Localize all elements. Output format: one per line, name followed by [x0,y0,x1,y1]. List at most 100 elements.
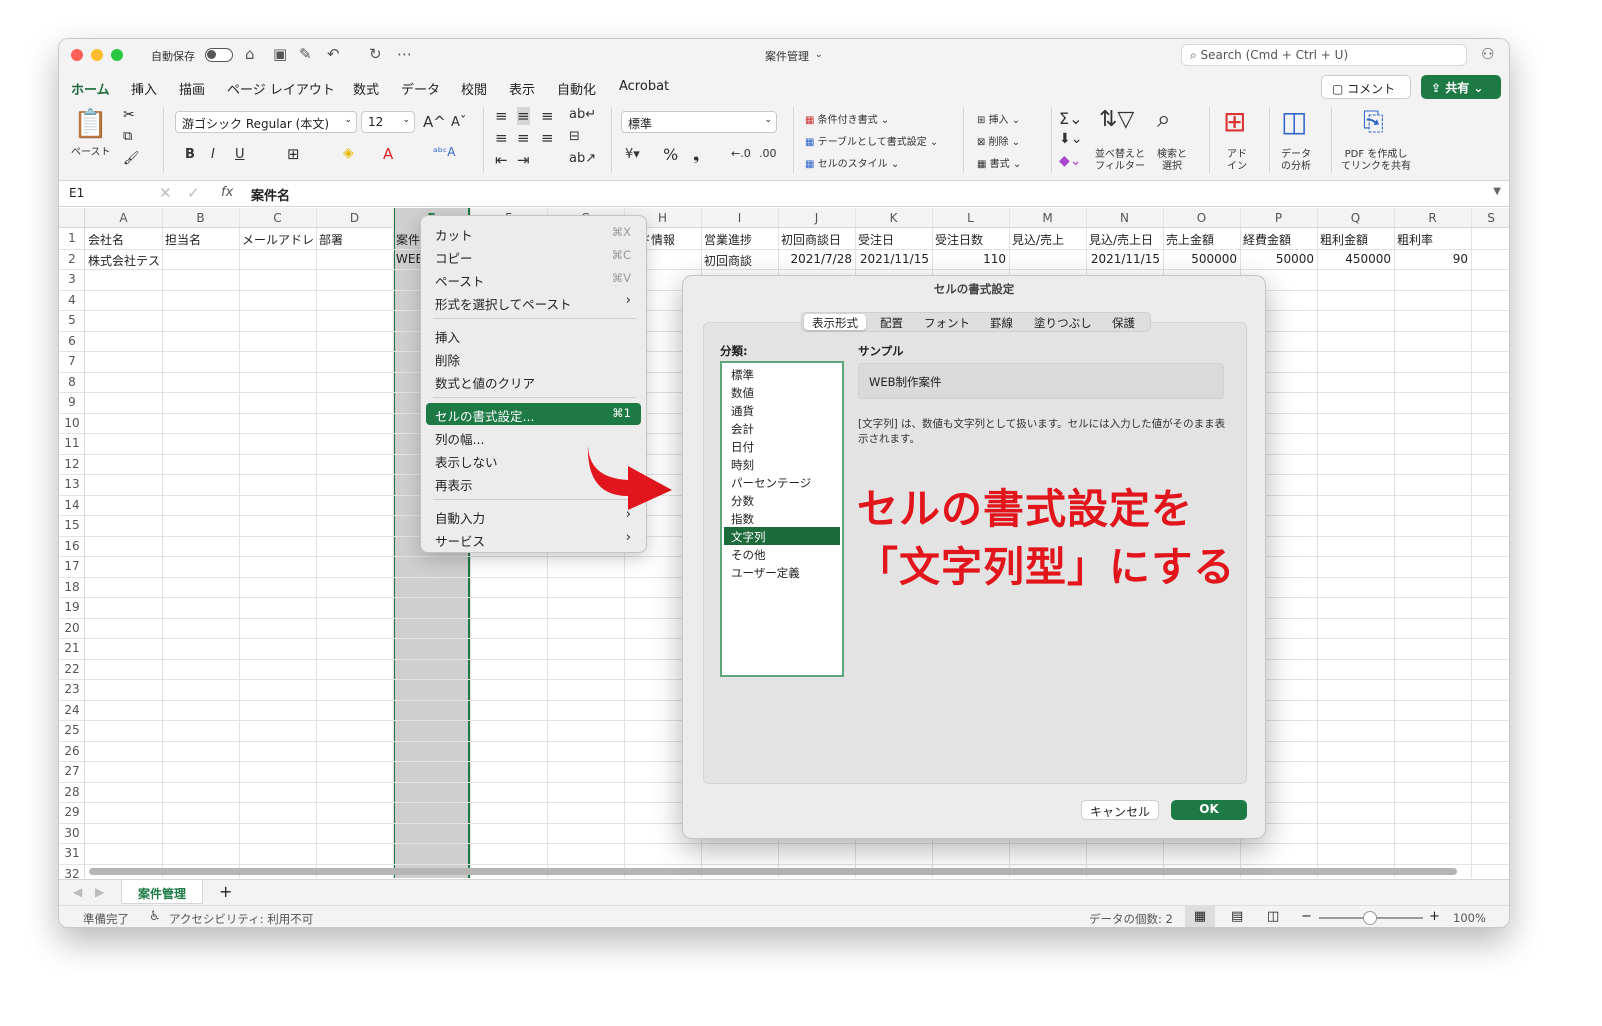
cell[interactable]: 500000 [1166,252,1237,266]
cell[interactable]: 粗利率 [1397,231,1468,248]
row-header[interactable]: 23 [59,682,85,696]
row-header[interactable]: 7 [59,354,85,368]
row-header[interactable]: 27 [59,764,85,778]
minimize-window-button[interactable] [91,49,103,61]
row-header[interactable]: 6 [59,334,85,348]
tab-insert[interactable]: 挿入 [131,79,157,98]
insert-cells-button[interactable]: ⊞ 挿入 ⌄ [977,111,1020,126]
column-header[interactable]: B [162,211,239,225]
align-center-icon[interactable]: ≡ [517,129,530,147]
bold-button[interactable]: B [185,147,195,162]
close-window-button[interactable] [71,49,83,61]
category-general[interactable]: 標準 [724,365,840,383]
column-header[interactable]: K [855,211,932,225]
addin-label[interactable]: アド イン [1227,149,1247,173]
row-header[interactable]: 10 [59,416,85,430]
increase-decimal-icon[interactable]: ←.0 [731,147,751,160]
menu-item-delete[interactable]: 削除 [426,347,641,369]
cell[interactable]: 受注日数 [935,231,1006,248]
tab-number-format[interactable]: 表示形式 [804,314,866,330]
tab-page-layout[interactable]: ページ レイアウト [227,79,335,98]
row-header[interactable]: 18 [59,580,85,594]
category-percentage[interactable]: パーセンテージ [724,473,840,491]
cell[interactable]: 2021/11/15 [858,252,929,266]
row-header[interactable]: 15 [59,518,85,532]
paste-button-label[interactable]: ペースト [71,147,111,159]
tab-view[interactable]: 表示 [509,79,535,98]
horizontal-scrollbar[interactable] [89,868,1457,875]
save-as-icon[interactable]: ✎ [299,45,312,63]
border-icon[interactable]: ⊞ [287,145,300,163]
cell[interactable]: 見込/売上日 [1089,231,1160,248]
share-button[interactable]: ⇪ 共有 ⌄ [1421,75,1501,99]
autosave-toggle[interactable] [205,48,233,62]
row-header[interactable]: 11 [59,436,85,450]
tab-data[interactable]: データ [401,79,440,98]
row-header[interactable]: 29 [59,805,85,819]
zoom-slider[interactable] [1319,911,1423,925]
cell[interactable]: 経費金額 [1243,231,1314,248]
category-fraction[interactable]: 分数 [724,491,840,509]
format-cells-button[interactable]: ▦ 書式 ⌄ [977,155,1021,170]
font-shrink-icon[interactable]: Aˇ [451,115,466,130]
column-header[interactable]: I [701,211,778,225]
pdf-share-label[interactable]: PDF を作成し てリンクを共有 [1341,149,1411,173]
column-header[interactable]: M [1009,211,1086,225]
menu-item-paste-special[interactable]: 形式を選択してペースト › [426,291,641,313]
category-scientific[interactable]: 指数 [724,509,840,527]
number-format-select[interactable]: 標準 ⌄ [621,111,777,133]
zoom-level[interactable]: 100% [1453,911,1486,925]
prev-sheet-icon[interactable]: ◀ [73,885,82,899]
column-header[interactable]: D [316,211,393,225]
comma-icon[interactable]: ❟ [693,145,699,165]
ok-button[interactable]: OK [1171,800,1247,820]
cancel-icon[interactable]: ✕ [159,184,172,202]
cell[interactable]: 担当名 [165,231,236,248]
confirm-icon[interactable]: ✓ [187,184,200,202]
paste-icon[interactable]: 📋 [73,107,108,140]
column-header[interactable]: O [1163,211,1240,225]
cell[interactable]: メールアドレ [242,231,313,248]
category-number[interactable]: 数値 [724,383,840,401]
menu-item-copy[interactable]: コピー ⌘C [426,245,641,267]
column-header[interactable]: Q [1317,211,1394,225]
cancel-button[interactable]: キャンセル [1081,800,1159,820]
phonetic-icon[interactable]: ᵃᵇᶜA [433,145,456,159]
category-text[interactable]: 文字列 [724,527,840,545]
zoom-slider-thumb[interactable] [1363,911,1377,925]
row-header[interactable]: 31 [59,846,85,860]
category-date[interactable]: 日付 [724,437,840,455]
menu-item-services[interactable]: サービス › [426,528,641,550]
column-header[interactable]: R [1394,211,1471,225]
pdf-share-icon[interactable]: ⎘ [1363,107,1384,138]
cell[interactable]: 営業進捗 [704,231,775,248]
row-header[interactable]: 28 [59,785,85,799]
cell[interactable]: 2021/11/15 [1089,252,1160,266]
zoom-window-button[interactable] [111,49,123,61]
column-header[interactable]: P [1240,211,1317,225]
indent-decrease-icon[interactable]: ⇤ [495,151,508,169]
cell-style-button[interactable]: ▦ セルのスタイル ⌄ [805,155,899,170]
tab-font[interactable]: フォント [916,314,978,330]
page-break-icon[interactable]: ◫ [1267,909,1279,924]
row-header[interactable]: 4 [59,293,85,307]
table-format-button[interactable]: ▦ テーブルとして書式設定 ⌄ [805,133,938,148]
merge-icon[interactable]: ⊟ [569,129,580,144]
category-currency[interactable]: 通貨 [724,401,840,419]
redo-icon[interactable]: ↻ [369,45,382,63]
analyze-data-label[interactable]: データ の分析 [1281,149,1311,173]
font-grow-icon[interactable]: A^ [423,113,446,131]
cell[interactable]: 110 [935,252,1006,266]
row-header[interactable]: 1 [59,231,85,245]
cell[interactable]: 部署 [319,231,390,248]
font-name-select[interactable]: 游ゴシック Regular (本文) ⌄ [175,111,357,133]
fill-icon[interactable]: ⬇⌄ [1059,131,1082,147]
align-top-icon[interactable]: ≡ [495,107,508,125]
column-header[interactable]: J [778,211,855,225]
sort-filter-label[interactable]: 並べ替えと フィルター [1095,149,1145,173]
cell[interactable]: 会社名 [88,231,159,248]
cell[interactable]: 受注日 [858,231,929,248]
cell[interactable]: 粗利金額 [1320,231,1391,248]
home-icon[interactable]: ⌂ [245,45,255,63]
normal-view-icon[interactable]: ▦ [1185,906,1215,927]
